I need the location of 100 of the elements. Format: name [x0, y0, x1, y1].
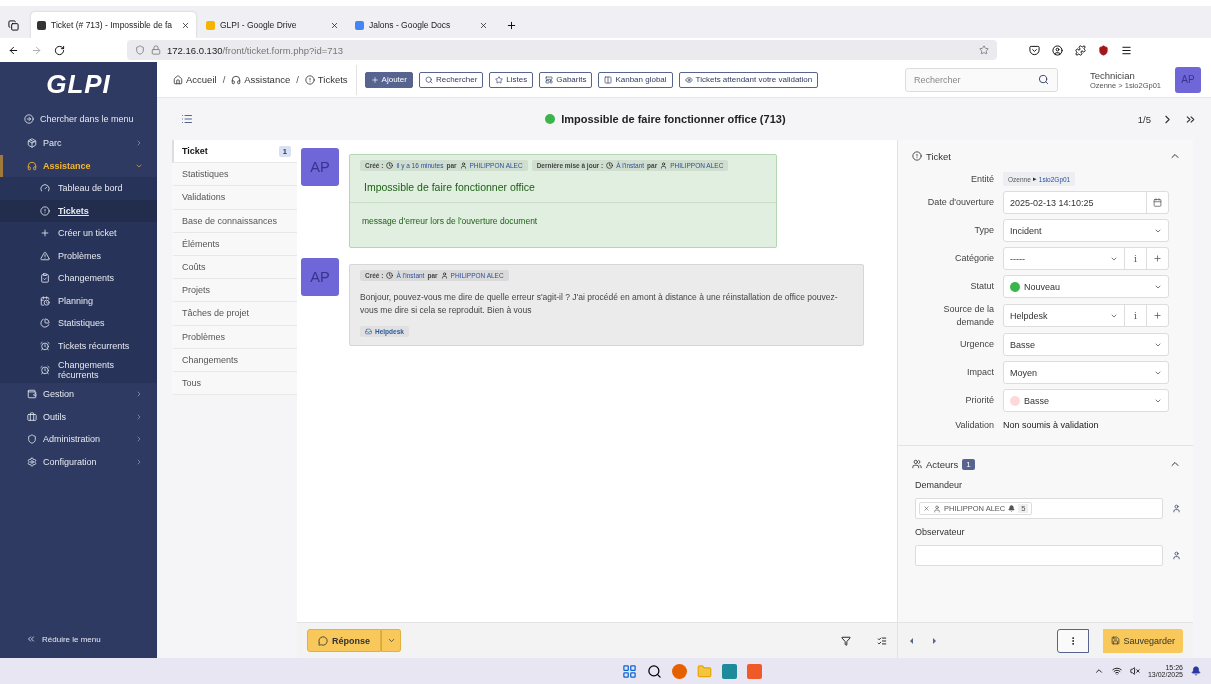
- double-chevron-icon: [26, 634, 36, 644]
- calendar-icon[interactable]: [1153, 198, 1162, 207]
- date-field[interactable]: 2025-02-13 14:10:25: [1003, 191, 1169, 214]
- shield-icon[interactable]: [1098, 44, 1109, 56]
- tab-overview-icon[interactable]: [8, 20, 19, 31]
- calendar-icon: [40, 295, 50, 306]
- actor-field[interactable]: [915, 545, 1163, 567]
- menu-item[interactable]: Administration: [0, 428, 157, 451]
- breadcrumb-link[interactable]: Assistance: [231, 74, 291, 85]
- submenu-item[interactable]: Tickets: [0, 199, 157, 222]
- section-title[interactable]: Acteurs: [926, 458, 959, 470]
- close-icon[interactable]: [181, 20, 190, 30]
- browser-icon[interactable]: [671, 663, 687, 679]
- remove-icon[interactable]: [923, 505, 930, 513]
- field-label: Validation: [954, 418, 994, 432]
- back-icon[interactable]: [8, 44, 19, 56]
- menu-icon[interactable]: [1121, 44, 1132, 56]
- person-icon[interactable]: [1172, 504, 1181, 514]
- speech-bubble-icon: [318, 635, 328, 646]
- info-button[interactable]: i: [1124, 248, 1146, 269]
- filter-icon[interactable]: [841, 635, 851, 646]
- puzzle-icon[interactable]: [1075, 44, 1086, 56]
- reload-icon[interactable]: [54, 44, 65, 56]
- alert-icon: [40, 205, 50, 216]
- account-icon[interactable]: [1052, 44, 1063, 56]
- clock-icon: [606, 162, 614, 169]
- browser-tab[interactable]: Ticket (# 713) - Impossible de fa: [31, 12, 196, 38]
- star-icon[interactable]: [979, 45, 989, 55]
- submenu-item[interactable]: Problèmes: [0, 244, 157, 267]
- user-icon: [440, 272, 448, 280]
- select-field[interactable]: ----- i: [1003, 247, 1169, 270]
- checklist-icon[interactable]: [877, 635, 887, 646]
- add-icon[interactable]: [1153, 254, 1162, 263]
- pocket-icon[interactable]: [1029, 44, 1040, 56]
- toolbar-button[interactable]: Kanban global: [598, 71, 673, 88]
- section-title[interactable]: Ticket: [926, 150, 1165, 162]
- app-icon[interactable]: [721, 663, 737, 679]
- field-label: Date d'ouverture: [926, 196, 994, 209]
- save-button[interactable]: Sauvegarder: [1103, 628, 1183, 653]
- logo[interactable]: GLPI: [0, 62, 157, 106]
- message-text: message d'erreur lors de l'ouverture document: [361, 215, 539, 228]
- start-icon[interactable]: [621, 663, 637, 679]
- browser-tab[interactable]: GLPI - Google Drive: [200, 12, 345, 38]
- pager-count: 1/5: [1137, 113, 1151, 125]
- submenu-item[interactable]: Tickets récurrents: [0, 334, 157, 357]
- menu-item[interactable]: Gestion: [0, 383, 157, 406]
- more-button[interactable]: [1057, 628, 1090, 653]
- reply-button[interactable]: Réponse: [307, 629, 381, 652]
- toolbar-button[interactable]: Rechercher: [418, 71, 484, 88]
- menu-item[interactable]: Configuration: [0, 450, 157, 473]
- star-icon: [495, 75, 504, 84]
- app-icon[interactable]: [746, 663, 762, 679]
- submenu-item[interactable]: Statistiques: [0, 312, 157, 335]
- notification-icon[interactable]: [1191, 666, 1201, 676]
- breadcrumb-link[interactable]: Accueil: [173, 74, 217, 85]
- search-field[interactable]: Rechercher: [904, 67, 1058, 92]
- user-icon: [660, 162, 668, 169]
- network-icon[interactable]: [1111, 666, 1122, 676]
- toolbar-button[interactable]: Listes: [489, 71, 534, 88]
- add-icon[interactable]: [1153, 311, 1162, 321]
- select-field[interactable]: Basse: [1003, 389, 1169, 413]
- previous-icon[interactable]: [908, 636, 916, 645]
- select-field[interactable]: Helpdesk i: [1003, 304, 1169, 328]
- toolbar-button[interactable]: Ajouter: [364, 71, 413, 88]
- select-field[interactable]: Moyen: [1003, 361, 1169, 385]
- search-icon[interactable]: [1037, 74, 1049, 85]
- close-icon[interactable]: [479, 20, 488, 30]
- select-field[interactable]: Incident: [1003, 219, 1169, 242]
- info-button[interactable]: i: [1124, 305, 1146, 327]
- select-field[interactable]: Basse: [1003, 333, 1169, 357]
- dropdown-toggle[interactable]: [381, 629, 401, 652]
- menu-item[interactable]: Outils: [0, 405, 157, 428]
- submenu-item[interactable]: Planning: [0, 289, 157, 312]
- menu-search-link[interactable]: Chercher dans le menu: [0, 106, 157, 132]
- select-field[interactable]: Nouveau: [1003, 275, 1169, 298]
- field-label: Catégorie: [953, 252, 994, 265]
- next-icon[interactable]: [930, 636, 938, 645]
- close-icon[interactable]: [330, 20, 339, 30]
- field-label: Source de la demande: [942, 303, 994, 329]
- submenu-item[interactable]: Changements récurrents: [0, 357, 157, 383]
- new-tab-icon[interactable]: [506, 20, 517, 31]
- actor-group-label: Demandeur: [915, 480, 964, 491]
- user-name[interactable]: Technician: [1089, 69, 1161, 81]
- tray-chevron-icon[interactable]: [1093, 666, 1104, 676]
- collapse-menu-button[interactable]: Réduire le menu: [0, 634, 157, 658]
- submenu-item[interactable]: Créer un ticket: [0, 222, 157, 245]
- list-icon[interactable]: [181, 113, 193, 125]
- submenu-item[interactable]: Changements: [0, 267, 157, 290]
- bell-icon: [1008, 505, 1016, 513]
- menu-item[interactable]: Parc: [0, 132, 157, 155]
- alert-icon: [912, 151, 922, 161]
- browser-tab[interactable]: Jalons - Google Docs: [349, 12, 494, 38]
- mute-icon[interactable]: [1129, 666, 1140, 676]
- address-bar[interactable]: 172.16.0.130/front/ticket.form.php?id=713: [127, 40, 997, 60]
- toolbar-button[interactable]: Tickets attendant votre validation: [678, 71, 819, 88]
- toolbar-button[interactable]: Gabarits: [539, 71, 593, 88]
- submenu-item[interactable]: Tableau de bord: [0, 177, 157, 200]
- person-icon[interactable]: [1172, 551, 1181, 561]
- search-icon[interactable]: [646, 663, 662, 679]
- breadcrumb-link[interactable]: Tickets: [304, 74, 348, 85]
